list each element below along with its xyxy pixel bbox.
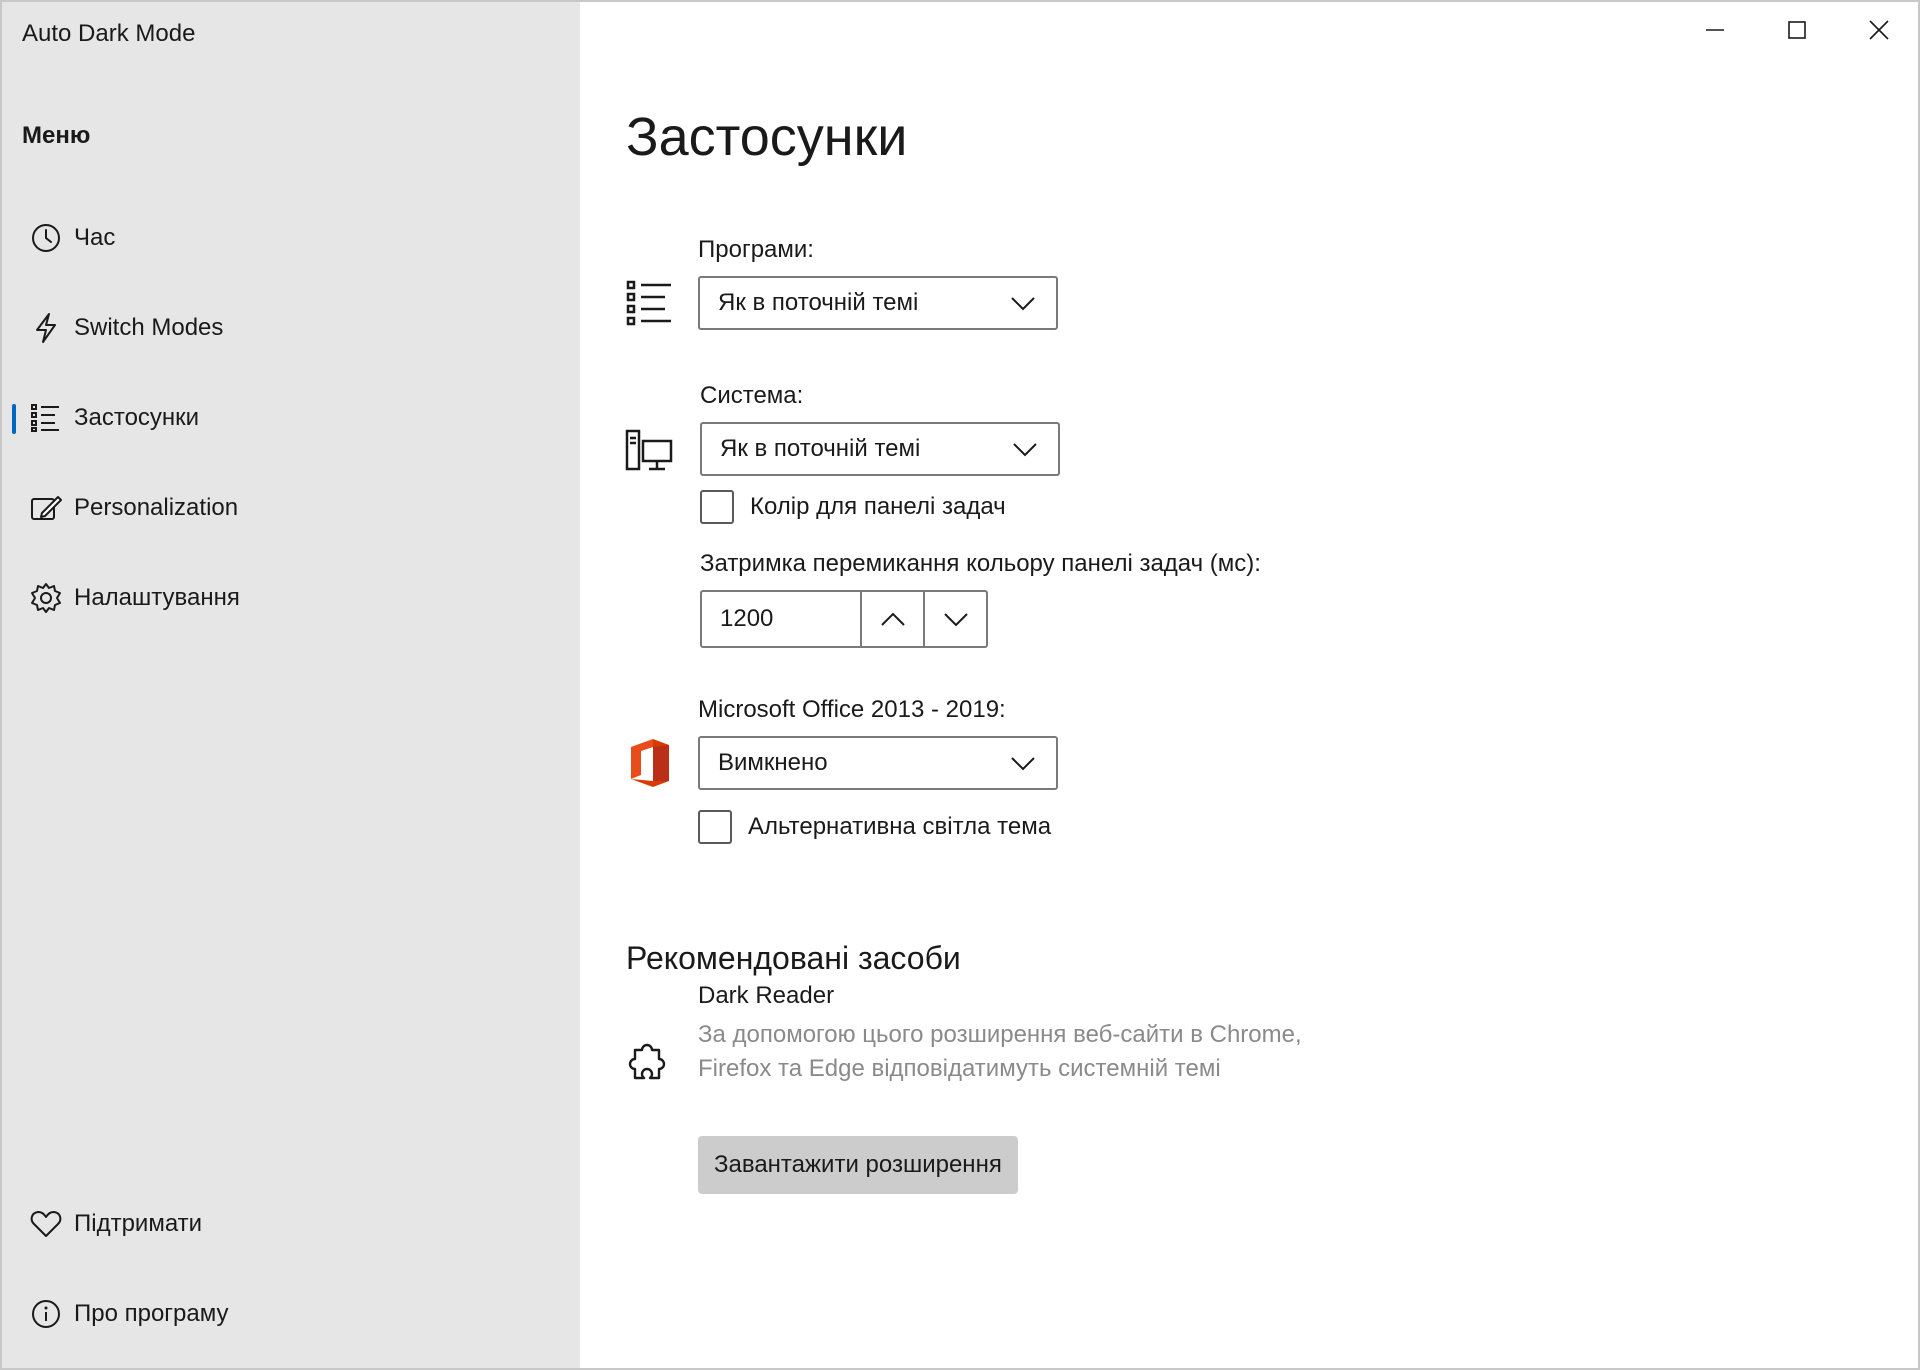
office-theme-value: Вимкнено <box>718 749 828 776</box>
apps-theme-dropdown[interactable]: Як в поточній темі <box>698 276 1058 330</box>
page-title: Застосунки <box>626 107 908 167</box>
list-icon <box>16 384 76 452</box>
office-alt-theme-label: Альтернативна світла тема <box>748 813 1052 840</box>
office-theme-dropdown[interactable]: Вимкнено <box>698 736 1058 790</box>
heart-icon <box>16 1190 76 1258</box>
recommended-section-title: Рекомендовані засоби <box>626 940 961 976</box>
selection-indicator <box>12 404 16 434</box>
taskbar-delay-input[interactable]: 1200 <box>702 592 860 646</box>
chevron-down-icon <box>1012 439 1042 459</box>
increment-button[interactable] <box>860 592 923 646</box>
puzzle-icon <box>624 1038 670 1088</box>
sidebar-item-label: Про програму <box>74 1300 229 1327</box>
decrement-button[interactable] <box>923 592 986 646</box>
personalize-icon <box>16 474 76 542</box>
list-icon <box>624 278 674 328</box>
office-alt-theme-option[interactable]: Альтернативна світла тема <box>698 810 1051 844</box>
main-content: Застосунки Програми: Як в поточній темі … <box>580 2 1918 1368</box>
sidebar-item-apps[interactable]: Застосунки <box>10 384 570 452</box>
taskbar-color-option[interactable]: Колір для панелі задач <box>700 490 1006 524</box>
sidebar-item-label: Підтримати <box>74 1210 203 1237</box>
office-icon <box>624 736 674 790</box>
sidebar-item-about[interactable]: Про програму <box>10 1280 570 1348</box>
clock-icon <box>16 204 76 272</box>
info-icon <box>16 1280 76 1348</box>
menu-header: Меню <box>22 122 91 149</box>
lightning-icon <box>16 294 76 362</box>
taskbar-delay-label: Затримка перемикання кольору панелі зада… <box>700 550 1261 577</box>
sidebar-item-label: Налаштування <box>74 584 240 611</box>
sidebar-item-donate[interactable]: Підтримати <box>10 1190 570 1258</box>
office-label: Microsoft Office 2013 - 2019: <box>698 696 1006 723</box>
sidebar-item-label: Час <box>74 224 116 251</box>
sidebar-item-personalization[interactable]: Personalization <box>10 474 570 542</box>
office-alt-theme-checkbox[interactable] <box>698 810 732 844</box>
sidebar: Auto Dark Mode Меню Час Switch Modes Зас… <box>2 2 580 1368</box>
app-window: Auto Dark Mode Меню Час Switch Modes Зас… <box>0 0 1920 1370</box>
dark-reader-title: Dark Reader <box>698 982 835 1009</box>
taskbar-delay-numberbox: 1200 <box>700 590 988 648</box>
taskbar-color-label: Колір для панелі задач <box>750 493 1006 520</box>
download-extension-button[interactable]: Завантажити розширення <box>698 1136 1018 1194</box>
apps-label: Програми: <box>698 236 814 263</box>
chevron-down-icon <box>1010 753 1040 773</box>
apps-theme-value: Як в поточній темі <box>718 289 919 316</box>
sidebar-item-label: Switch Modes <box>74 314 224 341</box>
taskbar-color-checkbox[interactable] <box>700 490 734 524</box>
dark-reader-description: За допомогою цього розширення веб-сайти … <box>698 1021 1302 1082</box>
sidebar-item-label: Personalization <box>74 494 239 521</box>
gear-icon <box>16 564 76 632</box>
system-theme-dropdown[interactable]: Як в поточній темі <box>700 422 1060 476</box>
app-title: Auto Dark Mode <box>22 20 196 47</box>
computer-icon <box>624 426 674 476</box>
system-label: Система: <box>700 382 804 409</box>
chevron-down-icon <box>1010 293 1040 313</box>
sidebar-item-label: Застосунки <box>74 404 200 431</box>
system-theme-value: Як в поточній темі <box>720 435 921 462</box>
sidebar-item-time[interactable]: Час <box>10 204 570 272</box>
sidebar-item-settings[interactable]: Налаштування <box>10 564 570 632</box>
sidebar-item-switch-modes[interactable]: Switch Modes <box>10 294 570 362</box>
